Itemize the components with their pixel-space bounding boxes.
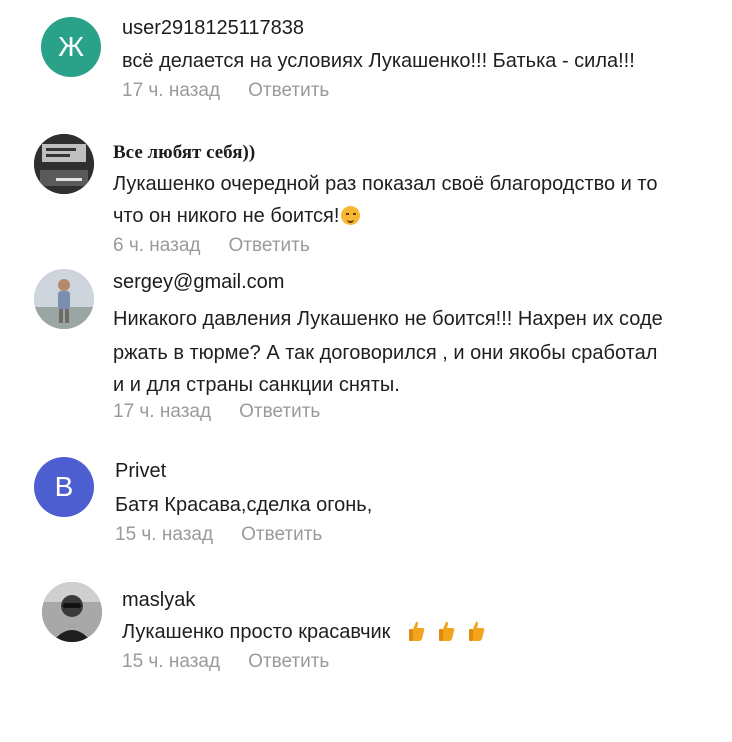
- avatar-letter: Ж: [58, 31, 84, 62]
- avatar[interactable]: [34, 269, 94, 329]
- blush-face-icon: [341, 206, 361, 225]
- thumbs-up-icon: [438, 621, 455, 641]
- comment-text: Лукашенко очередной раз показал своё бла…: [113, 173, 658, 195]
- comment-text-line: Лукашенко просто красавчик: [122, 621, 391, 643]
- reply-button[interactable]: Ответить: [239, 401, 320, 422]
- username[interactable]: Privet: [115, 460, 166, 483]
- comment-text-line: что он никого не боится!: [113, 205, 340, 227]
- reply-button[interactable]: Ответить: [248, 80, 329, 101]
- timestamp: 6 ч. назад: [113, 235, 201, 256]
- timestamp: 17 ч. назад: [113, 401, 212, 422]
- timestamp: 15 ч. назад: [115, 524, 214, 545]
- avatar-photo: [34, 269, 94, 329]
- comment-text: Никакого давления Лукашенко не боится!!!…: [113, 308, 663, 330]
- thumbs-up-icon: [468, 621, 485, 641]
- timestamp: 15 ч. назад: [122, 651, 221, 672]
- username[interactable]: sergey@gmail.com: [113, 271, 284, 294]
- reply-button[interactable]: Ответить: [241, 524, 322, 545]
- avatar-photo: [42, 582, 102, 642]
- thumbs-up-icon: [408, 621, 425, 641]
- comment-text: что он никого не боится!: [113, 199, 361, 233]
- reply-button[interactable]: Ответить: [248, 651, 329, 672]
- reply-button[interactable]: Ответить: [229, 235, 310, 256]
- comment-text: и и для страны санкции сняты.: [113, 374, 400, 396]
- username[interactable]: Все любят себя)): [113, 142, 255, 164]
- comment-text: Батя Красава,сделка огонь,: [115, 494, 373, 516]
- avatar[interactable]: В: [34, 457, 94, 517]
- comment-text: всё делается на условиях Лукашенко!!! Ба…: [122, 50, 635, 72]
- avatar[interactable]: Ж: [41, 17, 101, 77]
- username[interactable]: user2918125117838: [122, 17, 304, 40]
- comment-text: ржать в тюрме? А так договорился , и они…: [113, 342, 658, 364]
- comment-meta: 17 ч. назад Ответить: [122, 80, 329, 102]
- comment-meta: 17 ч. назад Ответить: [113, 401, 320, 423]
- avatar-letter: В: [54, 471, 74, 502]
- comment-meta: 15 ч. назад Ответить: [115, 524, 322, 546]
- avatar[interactable]: [34, 134, 94, 194]
- avatar[interactable]: [42, 582, 102, 642]
- avatar-photo: [34, 134, 94, 194]
- comment-meta: 15 ч. назад Ответить: [122, 651, 329, 673]
- comment-text: Лукашенко просто красавчик: [122, 615, 486, 649]
- timestamp: 17 ч. назад: [122, 80, 221, 101]
- username[interactable]: maslyak: [122, 589, 195, 612]
- comment-meta: 6 ч. назад Ответить: [113, 235, 310, 257]
